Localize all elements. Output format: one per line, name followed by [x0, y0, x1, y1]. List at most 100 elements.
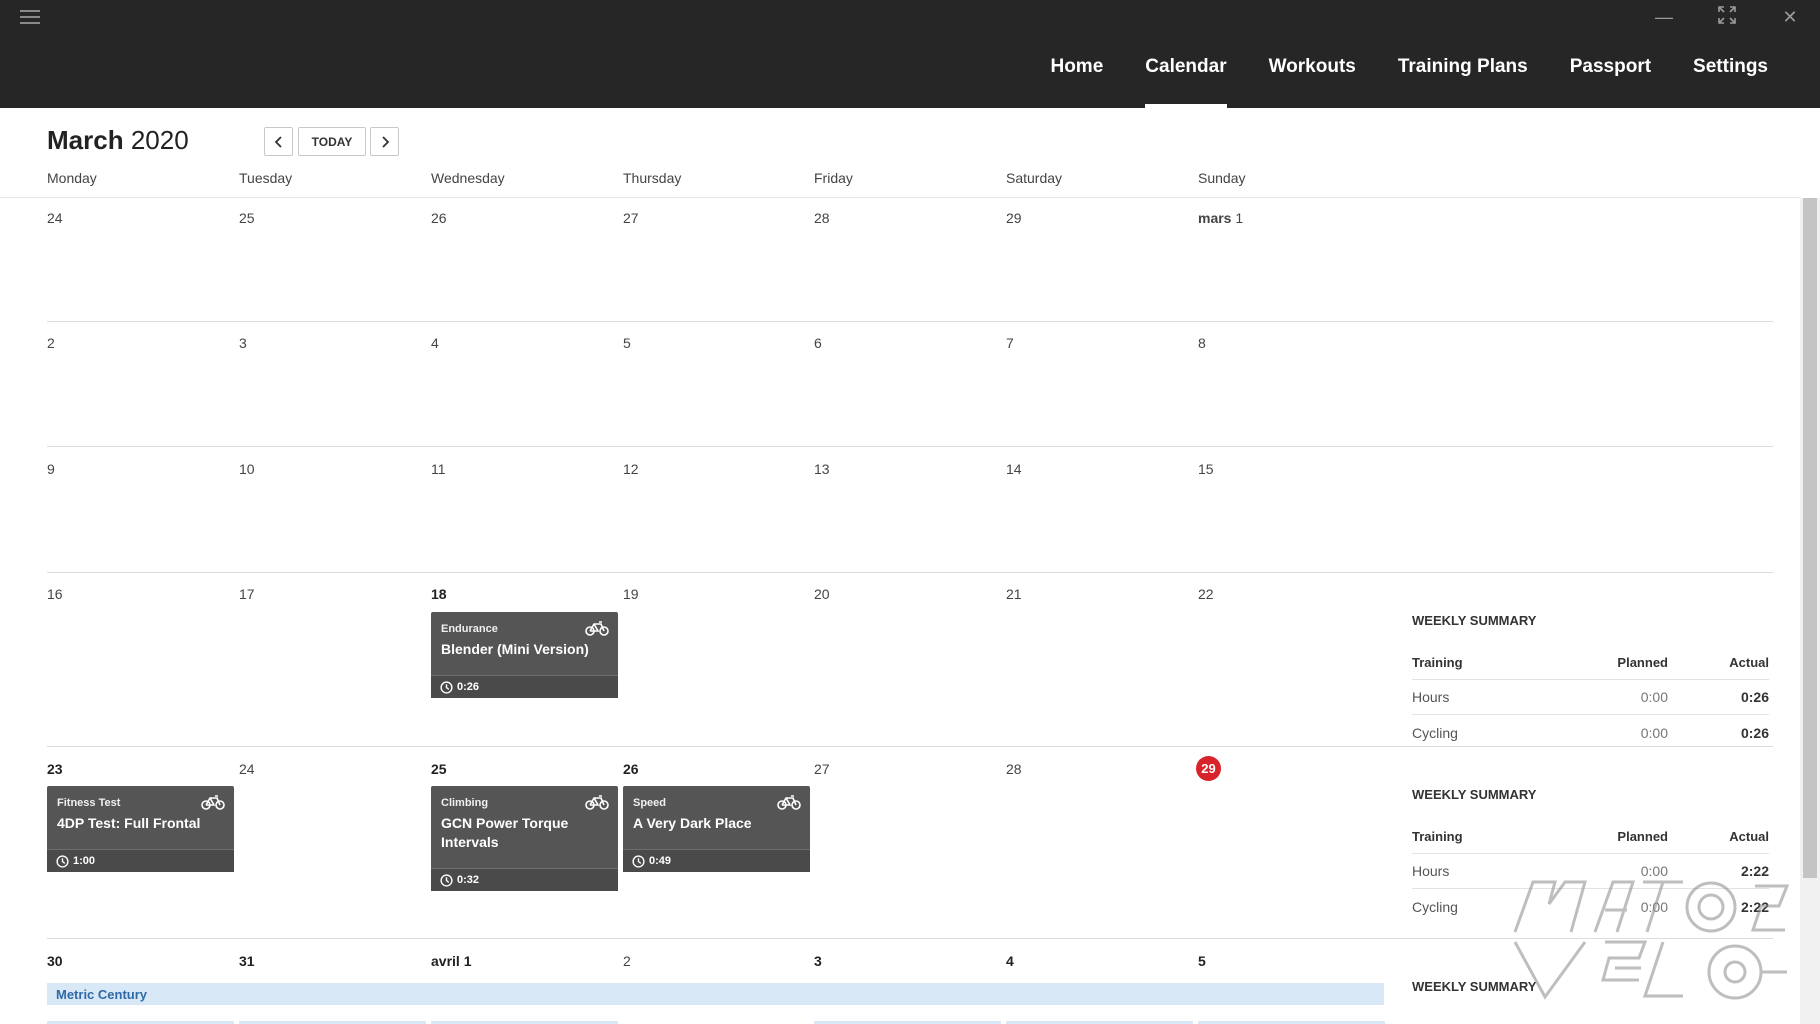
day-number[interactable]: 25 — [239, 210, 255, 226]
dow-wednesday: Wednesday — [431, 170, 505, 186]
day-number[interactable]: 11 — [431, 461, 446, 477]
today-button[interactable]: TODAY — [298, 127, 366, 156]
day-value: 1 — [463, 953, 472, 969]
day-number[interactable]: 2 — [47, 335, 55, 351]
next-month-button[interactable] — [370, 127, 399, 156]
dow-monday: Monday — [47, 170, 97, 186]
month-label: March — [47, 125, 124, 155]
day-number[interactable]: 19 — [623, 586, 639, 602]
clock-icon — [632, 854, 645, 868]
week-divider — [47, 572, 1773, 573]
event-bar[interactable]: Metric Century — [47, 983, 1384, 1005]
workout-duration: 0:32 — [431, 868, 618, 891]
day-number[interactable]: 14 — [1006, 461, 1022, 477]
day-number[interactable]: 9 — [47, 461, 55, 477]
minimize-icon[interactable]: — — [1651, 6, 1677, 28]
day-number[interactable]: 10 — [239, 461, 255, 477]
day-number[interactable]: 31 — [239, 953, 255, 969]
watermark-logo — [1513, 880, 1790, 1000]
day-number[interactable]: 27 — [814, 761, 830, 777]
dow-sunday: Sunday — [1198, 170, 1246, 186]
workout-duration: 0:26 — [431, 675, 618, 698]
day-number[interactable]: 24 — [239, 761, 255, 777]
day-number[interactable]: 22 — [1198, 586, 1214, 602]
workout-card[interactable]: Endurance Blender (Mini Version) 0:26 — [431, 612, 618, 698]
workout-card[interactable]: Speed A Very Dark Place 0:49 — [623, 786, 810, 872]
summary-actual: 0:26 — [1740, 689, 1769, 705]
bike-icon — [585, 795, 609, 810]
day-number[interactable]: 25 — [431, 761, 447, 777]
day-number[interactable]: 26 — [431, 210, 447, 226]
summary-col-actual: Actual — [1729, 828, 1769, 844]
chevron-left-icon — [274, 135, 282, 148]
clock-icon — [440, 680, 453, 694]
workout-name: 4DP Test: Full Frontal — [57, 815, 201, 831]
day-number[interactable]: 17 — [239, 586, 255, 602]
day-number[interactable]: 16 — [47, 586, 63, 602]
day-value: 1 — [1235, 210, 1244, 226]
day-number[interactable]: 5 — [1198, 953, 1206, 969]
day-number[interactable]: 27 — [623, 210, 639, 226]
day-number[interactable]: 28 — [1006, 761, 1022, 777]
close-icon[interactable]: ✕ — [1777, 6, 1803, 28]
nav-calendar[interactable]: Calendar — [1145, 56, 1227, 108]
summary-row-hours: Hours 0:00 0:26 — [1412, 680, 1769, 715]
day-number[interactable]: 4 — [431, 335, 439, 351]
nav-training-plans[interactable]: Training Plans — [1398, 56, 1528, 108]
summary-header-row: Training Planned Actual — [1412, 645, 1769, 680]
day-number[interactable]: 8 — [1198, 335, 1206, 351]
day-number[interactable]: 13 — [814, 461, 830, 477]
day-number[interactable]: 4 — [1006, 953, 1014, 969]
day-number[interactable]: 7 — [1006, 335, 1014, 351]
scrollbar[interactable] — [1800, 198, 1820, 1024]
fullscreen-icon[interactable] — [1714, 6, 1740, 28]
duration-value: 0:32 — [457, 874, 480, 886]
day-number[interactable]: 18 — [431, 586, 447, 602]
nav-home[interactable]: Home — [1050, 56, 1103, 108]
summary-col-planned: Planned — [1617, 828, 1668, 844]
day-number[interactable]: 12 — [623, 461, 639, 477]
day-number[interactable]: 21 — [1006, 586, 1022, 602]
day-number-month-start[interactable]: mars 1 — [1198, 210, 1243, 226]
month-prefix: mars — [1198, 210, 1232, 226]
day-number[interactable]: 3 — [239, 335, 247, 351]
summary-label: Hours — [1412, 689, 1450, 705]
dow-thursday: Thursday — [623, 170, 682, 186]
scrollbar-thumb[interactable] — [1803, 198, 1817, 878]
day-number-month-start[interactable]: avril 1 — [431, 953, 472, 969]
workout-name: A Very Dark Place — [633, 815, 752, 831]
main-nav: Home Calendar Workouts Training Plans Pa… — [1008, 56, 1768, 108]
day-number[interactable]: 24 — [47, 210, 63, 226]
day-number[interactable]: 29 — [1006, 210, 1022, 226]
day-number[interactable]: 6 — [814, 335, 822, 351]
duration-value: 0:49 — [649, 855, 672, 867]
prev-month-button[interactable] — [264, 127, 293, 156]
day-number[interactable]: 20 — [814, 586, 830, 602]
nav-workouts[interactable]: Workouts — [1269, 56, 1356, 108]
dow-divider — [0, 197, 1800, 198]
day-number[interactable]: 3 — [814, 953, 822, 969]
day-number[interactable]: 2 — [623, 953, 631, 969]
day-number[interactable]: 30 — [47, 953, 63, 969]
day-number[interactable]: 28 — [814, 210, 830, 226]
day-number[interactable]: 26 — [623, 761, 639, 777]
nav-passport[interactable]: Passport — [1570, 56, 1651, 108]
dow-tuesday: Tuesday — [239, 170, 293, 186]
workout-card[interactable]: Climbing GCN Power Torque Intervals 0:32 — [431, 786, 618, 891]
hamburger-icon[interactable] — [20, 8, 40, 26]
summary-planned: 0:00 — [1640, 724, 1668, 741]
summary-col-actual: Actual — [1729, 654, 1769, 670]
weekly-summary-title: WEEKLY SUMMARY — [1412, 613, 1537, 628]
workout-card[interactable]: Fitness Test 4DP Test: Full Frontal 1:00 — [47, 786, 234, 872]
summary-header-row: Training Planned Actual — [1412, 819, 1769, 854]
workout-category: Climbing — [441, 797, 489, 809]
weekly-summary-title: WEEKLY SUMMARY — [1412, 787, 1537, 802]
nav-settings[interactable]: Settings — [1693, 56, 1768, 108]
summary-label: Cycling — [1412, 724, 1458, 741]
day-number[interactable]: 23 — [47, 761, 63, 777]
bike-icon — [201, 795, 225, 810]
day-number[interactable]: 15 — [1198, 461, 1214, 477]
day-number[interactable]: 5 — [623, 335, 631, 351]
today-badge[interactable]: 29 — [1196, 756, 1221, 781]
week-divider — [47, 321, 1773, 322]
